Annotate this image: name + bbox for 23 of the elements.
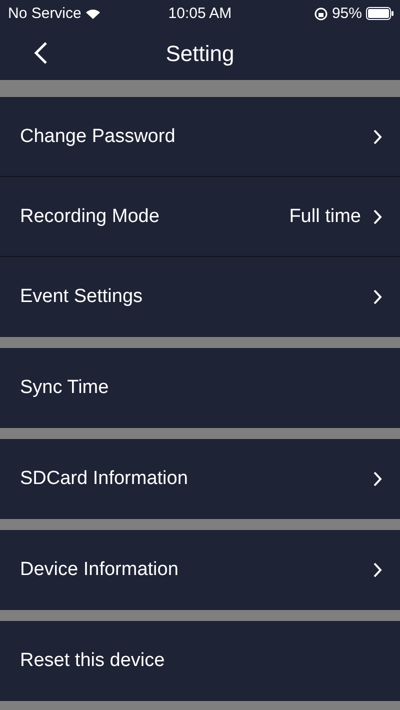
row-label: Event Settings bbox=[20, 286, 143, 308]
settings-row[interactable]: Device Information bbox=[0, 530, 400, 610]
row-label: Sync Time bbox=[20, 377, 109, 399]
status-time: 10:05 AM bbox=[168, 5, 232, 22]
row-label: Change Password bbox=[20, 126, 176, 148]
settings-row[interactable]: Reset this device bbox=[0, 621, 400, 701]
settings-row[interactable]: Sync Time bbox=[0, 348, 400, 428]
back-icon bbox=[34, 41, 48, 65]
row-label: Reset this device bbox=[20, 650, 165, 672]
settings-row[interactable]: Recording Mode Full time bbox=[0, 177, 400, 257]
row-label: SDCard Information bbox=[20, 468, 188, 490]
settings-row[interactable]: Change Password bbox=[0, 97, 400, 177]
row-label: Recording Mode bbox=[20, 206, 160, 228]
row-value: Full time bbox=[289, 206, 361, 228]
wifi-icon bbox=[85, 8, 102, 20]
battery-percent: 95% bbox=[332, 5, 362, 22]
row-label: Device Information bbox=[20, 559, 178, 581]
carrier-name: No Service bbox=[8, 5, 82, 22]
battery-icon bbox=[366, 7, 394, 20]
screen-title: Setting bbox=[166, 40, 234, 66]
settings-row[interactable]: SDCard Information bbox=[0, 439, 400, 519]
settings-row[interactable]: Event Settings bbox=[0, 257, 400, 337]
rotation-lock-icon bbox=[314, 6, 328, 20]
